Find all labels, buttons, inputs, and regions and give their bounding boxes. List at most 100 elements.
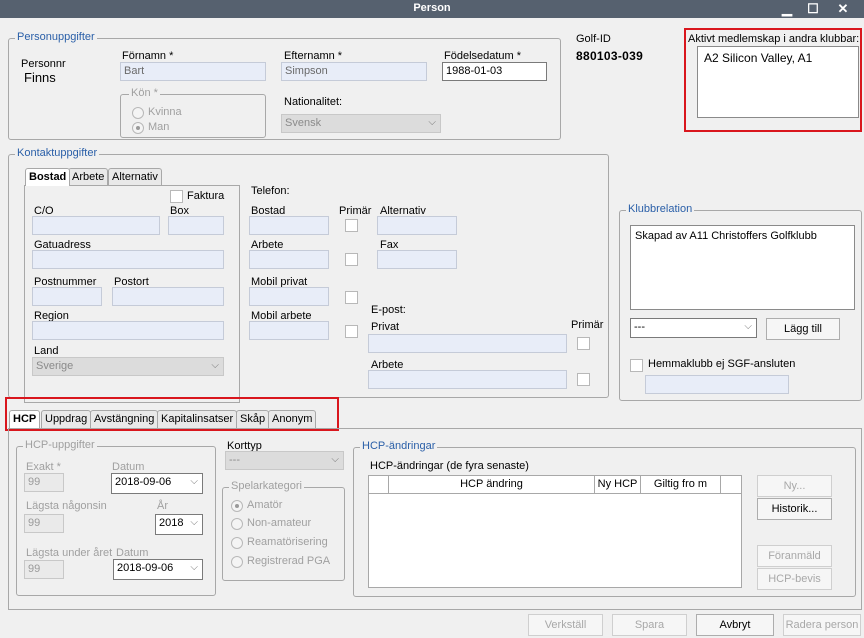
epost-privat-primar-checkbox[interactable] xyxy=(577,337,590,350)
chevron-down-icon: ⌵ xyxy=(211,360,219,371)
memberships-list[interactable]: A2 Silicon Valley, A1 xyxy=(697,46,859,118)
lagsta-label: Lägsta någonsin xyxy=(26,500,107,512)
kvinna-radio[interactable] xyxy=(132,107,144,119)
tab-alternativ[interactable]: Alternativ xyxy=(108,168,162,186)
historik-button[interactable]: Historik... xyxy=(757,498,832,520)
reamator-radio[interactable] xyxy=(231,537,243,549)
mobil-privat-primar-checkbox[interactable] xyxy=(345,291,358,304)
telefon-label: Telefon: xyxy=(251,185,290,197)
primar-label: Primär xyxy=(339,205,372,217)
tab-hcp[interactable]: HCP xyxy=(9,410,41,428)
region-input[interactable] xyxy=(32,321,224,340)
hcp-bevis-button[interactable]: HCP-bevis xyxy=(757,568,832,590)
tab-arbete[interactable]: Arbete xyxy=(68,168,109,186)
spelarkategori-legend: Spelarkategori xyxy=(229,480,304,492)
title-bar: Person ▁ ☐ ✕ xyxy=(0,0,864,18)
tel-arbete-primar-checkbox[interactable] xyxy=(345,253,358,266)
ny-button[interactable]: Ny... xyxy=(757,475,832,497)
hemmaklubb-checkbox[interactable] xyxy=(630,359,643,372)
tab-anonym[interactable]: Anonym xyxy=(268,410,317,428)
postnummer-input[interactable] xyxy=(32,287,102,306)
ar-select[interactable]: 2018 ⌵ xyxy=(155,514,203,535)
golfid-label: Golf-ID xyxy=(576,33,611,45)
chevron-down-icon: ⌵ xyxy=(744,321,752,332)
tab-uppdrag[interactable]: Uppdrag xyxy=(41,410,92,428)
maximize-icon[interactable]: ☐ xyxy=(802,0,824,18)
korttyp-value: --- xyxy=(229,454,240,466)
tel-bostad-primar-checkbox[interactable] xyxy=(345,219,358,232)
land-select[interactable]: Sverige ⌵ xyxy=(32,357,224,376)
postort-input[interactable] xyxy=(112,287,224,306)
efternamn-label: Efternamn * xyxy=(284,50,343,62)
column-header-giltig[interactable]: Giltig fro m xyxy=(641,476,721,493)
fornamn-label: Förnamn * xyxy=(122,50,174,62)
box-input[interactable] xyxy=(168,216,224,235)
epost-privat-input[interactable] xyxy=(368,334,567,353)
korttyp-select[interactable]: --- ⌵ xyxy=(225,451,344,470)
datum-label: Datum xyxy=(112,461,145,473)
mobil-arbete-input[interactable] xyxy=(249,321,329,340)
person-legend: Personuppgifter xyxy=(15,31,97,43)
foranmald-button[interactable]: Föranmäld xyxy=(757,545,832,567)
verkstall-button[interactable]: Verkställ xyxy=(528,614,603,636)
changes-title: HCP-ändringar (de fyra senaste) xyxy=(370,460,529,472)
fornamn-input[interactable]: Bart xyxy=(120,62,266,81)
tab-skap[interactable]: Skåp xyxy=(236,410,270,428)
mobil-arbete-primar-checkbox[interactable] xyxy=(345,325,358,338)
ar-value: 2018 xyxy=(159,517,184,529)
faktura-checkbox[interactable] xyxy=(170,190,183,203)
co-input[interactable] xyxy=(32,216,160,235)
pga-radio[interactable] xyxy=(231,556,243,568)
chevron-down-icon: ⌵ xyxy=(190,517,198,528)
memberships-label: Aktivt medlemskap i andra klubbar: xyxy=(688,33,860,45)
chevron-down-icon: ⌵ xyxy=(190,562,198,573)
datum-select[interactable]: 2018-09-06 ⌵ xyxy=(111,473,203,494)
tab-kapitalinsatser[interactable]: Kapitalinsatser xyxy=(157,410,238,428)
efternamn-input[interactable]: Simpson xyxy=(281,62,427,81)
fodelsedatum-label: Födelsedatum * xyxy=(444,50,522,62)
club-select[interactable]: --- ⌵ xyxy=(630,318,757,338)
datum2-select[interactable]: 2018-09-06 ⌵ xyxy=(113,559,203,580)
tel-arbete-input[interactable] xyxy=(249,250,329,269)
column-header-hcp-andring[interactable]: HCP ändring xyxy=(389,476,595,493)
lagg-till-button[interactable]: Lägg till xyxy=(766,318,840,340)
lagsta-input[interactable]: 99 xyxy=(24,514,64,533)
column-header-ny-hcp[interactable]: Ny HCP xyxy=(595,476,641,493)
tel-bostad-input[interactable] xyxy=(249,216,329,235)
spara-button[interactable]: Spara xyxy=(612,614,687,636)
changes-header: HCP ändring Ny HCP Giltig fro m xyxy=(369,476,741,494)
fax-input[interactable] xyxy=(377,250,457,269)
exakt-label: Exakt * xyxy=(26,461,61,473)
close-icon[interactable]: ✕ xyxy=(832,0,854,18)
ar-label: År xyxy=(157,500,168,512)
nonamateur-radio[interactable] xyxy=(231,518,243,530)
hcp-legend: HCP-uppgifter xyxy=(23,439,97,451)
pga-label: Registrerad PGA xyxy=(247,555,331,567)
hemmaklubb-input[interactable] xyxy=(645,375,789,394)
gatuadress-input[interactable] xyxy=(32,250,224,269)
amator-label: Amatör xyxy=(247,499,283,511)
tab-bostad[interactable]: Bostad xyxy=(25,168,71,186)
alternativ-input[interactable] xyxy=(377,216,457,235)
hemmaklubb-label: Hemmaklubb ej SGF-ansluten xyxy=(648,358,796,370)
mobil-privat-input[interactable] xyxy=(249,287,329,306)
amator-radio[interactable] xyxy=(231,500,243,512)
exakt-input[interactable]: 99 xyxy=(24,473,64,492)
club-relation-list[interactable]: Skapad av A11 Christoffers Golfklubb xyxy=(630,225,855,310)
kon-legend: Kön * xyxy=(129,87,160,99)
lagsta-aret-input[interactable]: 99 xyxy=(24,560,64,579)
reamator-label: Reamatörisering xyxy=(247,536,328,548)
nationalitet-select[interactable]: Svensk ⌵ xyxy=(281,114,441,133)
lagsta-aret-label: Lägsta under året xyxy=(26,547,113,559)
fodelsedatum-input[interactable]: 1988-01-03 xyxy=(442,62,547,81)
man-radio[interactable] xyxy=(132,122,144,134)
tab-avstangning[interactable]: Avstängning xyxy=(90,410,159,428)
epost-arbete-input[interactable] xyxy=(368,370,567,389)
changes-table: HCP ändring Ny HCP Giltig fro m xyxy=(368,475,742,588)
avbryt-button[interactable]: Avbryt xyxy=(696,614,774,636)
radera-person-button[interactable]: Radera person xyxy=(783,614,861,636)
minimize-icon[interactable]: ▁ xyxy=(776,0,798,18)
epost-arbete-primar-checkbox[interactable] xyxy=(577,373,590,386)
personnr-label: Personnr xyxy=(21,58,66,70)
nonamateur-label: Non-amateur xyxy=(247,517,312,529)
